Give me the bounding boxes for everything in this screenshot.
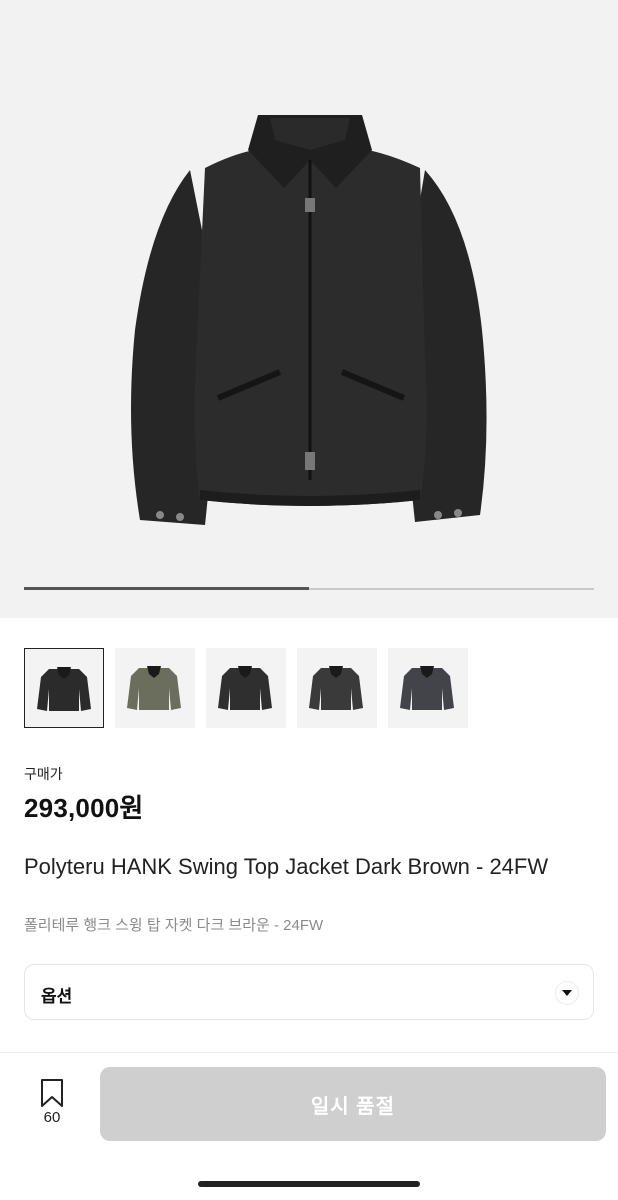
thumb-1[interactable]: [24, 648, 104, 728]
option-select[interactable]: 옵션: [24, 964, 594, 1020]
product-subtitle: 폴리테루 행크 스윙 탑 자켓 다크 브라운 - 24FW: [24, 917, 324, 934]
footer-divider: [0, 1052, 618, 1053]
wishlist-button[interactable]: 60: [26, 1072, 78, 1132]
thumb-3[interactable]: [206, 648, 286, 728]
jacket-thumbnail-icon: [218, 666, 272, 710]
jacket-illustration: [131, 115, 487, 525]
price-label: 구매가: [24, 766, 63, 782]
gallery-progress: [24, 587, 594, 590]
option-label: 옵션: [41, 987, 73, 1006]
thumb-4[interactable]: [297, 648, 377, 728]
product-title: Polyteru HANK Swing Top Jacket Dark Brow…: [24, 854, 549, 879]
jacket-thumbnail-icon: [309, 666, 363, 710]
jacket-thumbnail-icon: [127, 666, 181, 710]
home-indicator: [198, 1181, 420, 1187]
jacket-thumbnail-icon: [400, 666, 454, 710]
thumb-5[interactable]: [388, 648, 468, 728]
chevron-down-icon[interactable]: [555, 981, 579, 1005]
thumbnail-strip: [24, 648, 468, 728]
wishlist-count: 60: [43, 1109, 61, 1126]
gallery-progress-fill: [24, 587, 309, 590]
jacket-thumbnail-icon: [37, 667, 91, 711]
thumb-2[interactable]: [115, 648, 195, 728]
price: 293,000원: [24, 793, 144, 823]
product-image[interactable]: [0, 0, 618, 618]
bookmark-icon: [41, 1079, 63, 1107]
sold-out-button[interactable]: 일시 품절: [100, 1067, 606, 1141]
